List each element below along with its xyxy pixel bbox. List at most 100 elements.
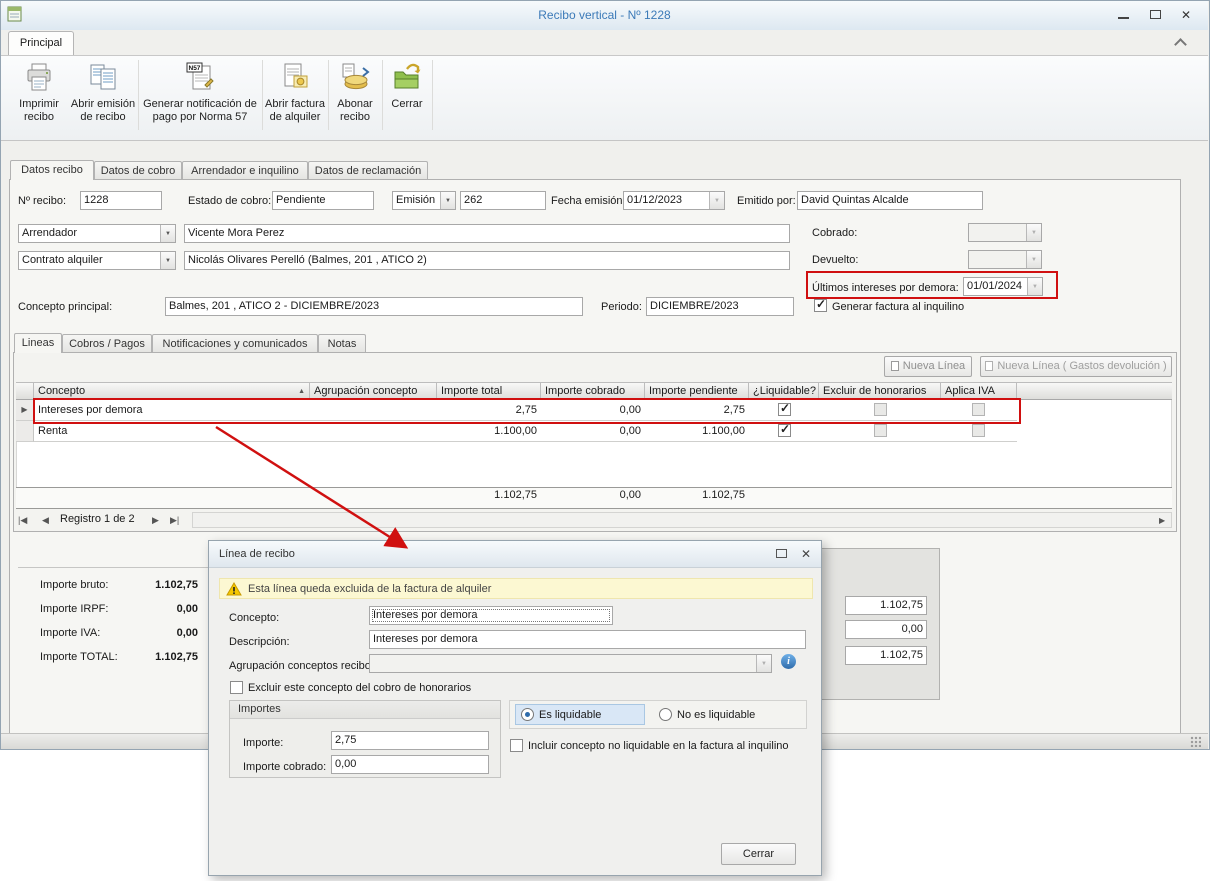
chevron-down-icon[interactable]: ▼ <box>160 225 175 242</box>
dlg-concepto-label: Concepto: <box>229 609 279 627</box>
dlg-agrupacion-combo[interactable]: ▼ <box>369 654 772 673</box>
dlg-excluir-checkbox[interactable] <box>230 681 243 694</box>
tab-datos-recibo[interactable]: Datos recibo <box>10 160 94 180</box>
arrendador-selector[interactable]: Arrendador▼ <box>18 224 176 243</box>
nueva-linea-button[interactable]: Nueva Línea <box>884 356 972 377</box>
grid-header-importe-cobrado[interactable]: Importe cobrado <box>541 382 645 400</box>
estado-cobro-field[interactable]: Pendiente <box>272 191 374 210</box>
invoice-icon <box>279 84 311 96</box>
ultimos-intereses-field[interactable]: 01/01/2024▼ <box>963 277 1043 296</box>
receipts-icon <box>87 84 119 96</box>
dlg-incluir-label: Incluir concepto no liquidable en la fac… <box>528 737 789 755</box>
svg-text:N57: N57 <box>189 65 201 72</box>
ribbon-button-cerrar[interactable]: Cerrar <box>384 58 430 136</box>
contrato-selector[interactable]: Contrato alquiler▼ <box>18 251 176 270</box>
devuelto-field[interactable]: ▼ <box>968 250 1042 269</box>
importe-irpf-label: Importe IRPF: <box>40 600 108 618</box>
dlg-importe-cobrado-field[interactable]: 0,00 <box>331 755 489 774</box>
tab-notas[interactable]: Notas <box>318 334 366 353</box>
horizontal-scrollbar[interactable] <box>192 512 1172 528</box>
periodo-field[interactable]: DICIEMBRE/2023 <box>646 297 794 316</box>
tab-datos-reclamacion[interactable]: Datos de reclamación <box>308 161 428 180</box>
grid-header-concepto[interactable]: Concepto▲ <box>34 382 310 400</box>
ribbon-separator <box>262 60 263 130</box>
dialog-titlebar[interactable]: Línea de recibo ✕ <box>209 541 821 568</box>
print-icon <box>23 84 55 96</box>
arrendador-field[interactable]: Vicente Mora Perez <box>184 224 790 243</box>
minimize-icon[interactable] <box>1118 17 1129 19</box>
dialog-close-icon[interactable]: ✕ <box>801 547 811 561</box>
chevron-down-icon: ▼ <box>1027 278 1042 295</box>
dlg-concepto-field[interactable]: Intereses por demora <box>369 606 613 625</box>
right-total-3: 1.102,75 <box>845 646 927 665</box>
ribbon-separator <box>328 60 329 130</box>
emitido-por-field[interactable]: David Quintas Alcalde <box>797 191 983 210</box>
num-recibo-field[interactable]: 1228 <box>80 191 162 210</box>
grid-header-importe-total[interactable]: Importe total <box>437 382 541 400</box>
pager-next-icon[interactable]: ▶ <box>152 512 159 528</box>
scroll-right-icon[interactable]: ▶ <box>1159 513 1165 529</box>
tab-cobros-pagos[interactable]: Cobros / Pagos <box>62 334 152 353</box>
dlg-descripcion-field[interactable]: Intereses por demora <box>369 630 806 649</box>
grid-header-agrupacion[interactable]: Agrupación concepto <box>310 382 437 400</box>
aplica-iva-checkbox <box>972 424 985 437</box>
info-icon[interactable]: i <box>781 654 796 669</box>
cell-importe-total: 1.100,00 <box>437 421 541 442</box>
cell-importe-cobrado: 0,00 <box>541 400 645 421</box>
pager-label: Registro 1 de 2 <box>60 513 135 525</box>
ribbon-button-imprimir-recibo[interactable]: Imprimir recibo <box>10 58 68 136</box>
tab-datos-de-cobro[interactable]: Datos de cobro <box>94 161 182 180</box>
pager-prev-icon[interactable]: ◀ <box>42 512 49 528</box>
tab-lineas[interactable]: Lineas <box>14 333 62 353</box>
liquidable-checkbox[interactable] <box>778 403 791 416</box>
ribbon-button-norma57[interactable]: N57 Generar notificación de pago por Nor… <box>140 58 260 136</box>
cell-agrupacion <box>310 421 437 442</box>
tab-arrendador-inquilino[interactable]: Arrendador e inquilino <box>182 161 308 180</box>
chevron-down-icon[interactable]: ▼ <box>440 192 455 209</box>
generar-factura-checkbox[interactable] <box>814 299 827 312</box>
no-es-liquidable-radio[interactable] <box>659 708 672 721</box>
ribbon-button-abrir-emision[interactable]: Abrir emisión de recibo <box>70 58 136 136</box>
linea-de-recibo-dialog: Línea de recibo ✕ Esta línea queda exclu… <box>208 540 822 876</box>
fecha-emision-field[interactable]: 01/12/2023▼ <box>623 191 725 210</box>
dlg-importe-field[interactable]: 2,75 <box>331 731 489 750</box>
importe-iva-value: 0,00 <box>128 624 198 642</box>
summary-groupbox-border <box>18 567 208 568</box>
grid-header-excluir[interactable]: Excluir de honorarios <box>819 382 941 400</box>
ribbon-tab-principal[interactable]: Principal <box>8 31 74 55</box>
ribbon-button-abrir-factura[interactable]: Abrir factura de alquiler <box>264 58 326 136</box>
nueva-linea-gastos-button[interactable]: Nueva Línea ( Gastos devolución ) <box>980 356 1172 377</box>
liquidable-checkbox[interactable] <box>778 424 791 437</box>
dialog-maximize-icon[interactable] <box>776 549 787 558</box>
cell-importe-pendiente: 2,75 <box>645 400 749 421</box>
pager-first-icon[interactable]: |◀ <box>18 512 27 528</box>
devuelto-label: Devuelto: <box>812 251 858 269</box>
cobrado-field[interactable]: ▼ <box>968 223 1042 242</box>
concepto-principal-field[interactable]: Balmes, 201 , ATICO 2 - DICIEMBRE/2023 <box>165 297 583 316</box>
new-doc-icon <box>985 361 993 371</box>
resize-grip[interactable] <box>1190 736 1201 747</box>
emision-combo[interactable]: Emisión▼ <box>392 191 456 210</box>
close-icon[interactable]: ✕ <box>1181 9 1191 21</box>
importe-total-label: Importe TOTAL: <box>40 648 118 666</box>
warning-text: Esta línea queda excluida de la factura … <box>248 583 491 595</box>
grid-header-importe-pendiente[interactable]: Importe pendiente <box>645 382 749 400</box>
emision-num-field[interactable]: 262 <box>460 191 546 210</box>
app-icon[interactable] <box>6 5 24 26</box>
chevron-down-icon: ▼ <box>1026 251 1041 268</box>
contrato-field[interactable]: Nicolás Olivares Perelló (Balmes, 201 , … <box>184 251 790 270</box>
es-liquidable-radio[interactable] <box>521 708 534 721</box>
ribbon-button-label: Abrir factura de alquiler <box>264 98 326 124</box>
chevron-down-icon[interactable]: ▼ <box>160 252 175 269</box>
grid-header-liquidable[interactable]: ¿Liquidable? <box>749 382 819 400</box>
cell-importe-pendiente: 1.100,00 <box>645 421 749 442</box>
ribbon-button-abonar[interactable]: Abonar recibo <box>330 58 380 136</box>
maximize-icon[interactable] <box>1150 10 1161 19</box>
ultimos-intereses-label: Últimos intereses por demora: <box>812 279 959 297</box>
dlg-incluir-checkbox[interactable] <box>510 739 523 752</box>
dlg-cerrar-button[interactable]: Cerrar <box>721 843 796 865</box>
tab-notificaciones[interactable]: Notificaciones y comunicados <box>152 334 318 353</box>
grid-header-aplica-iva[interactable]: Aplica IVA <box>941 382 1017 400</box>
estado-cobro-label: Estado de cobro: <box>188 192 271 210</box>
pager-last-icon[interactable]: ▶| <box>170 512 179 528</box>
